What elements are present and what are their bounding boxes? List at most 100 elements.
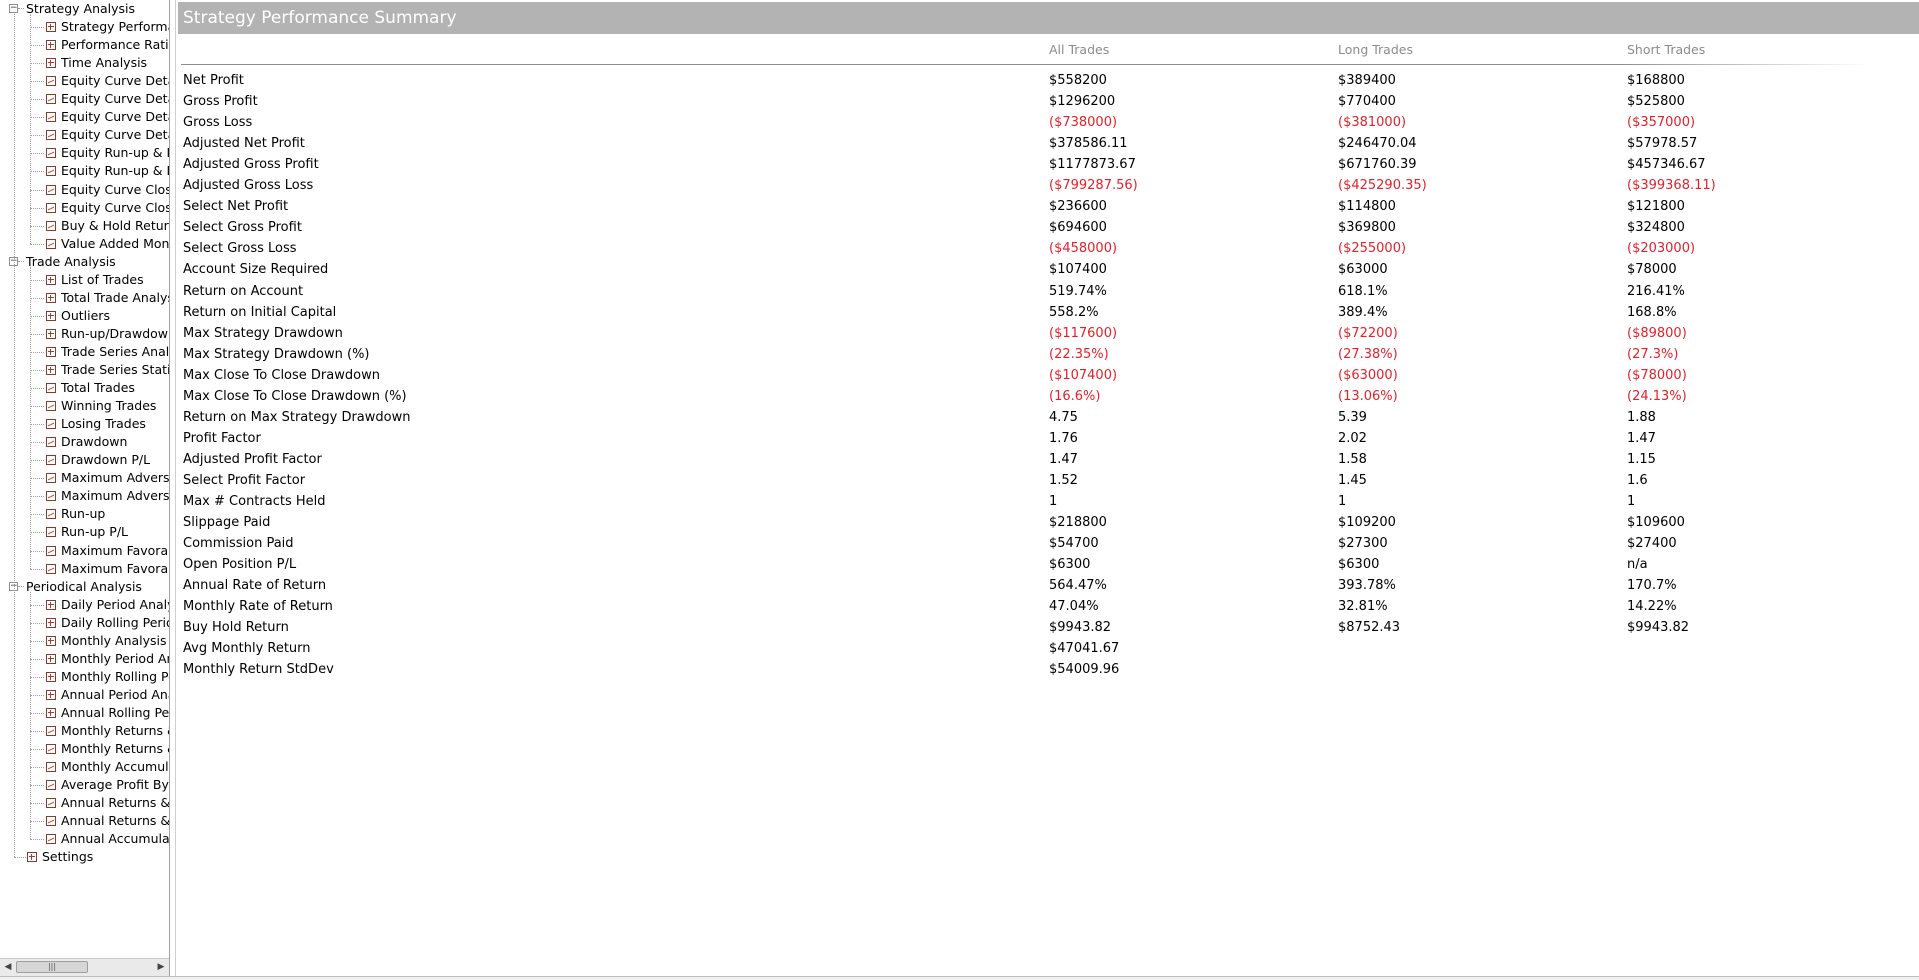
tree-item[interactable]: Daily Period Analys: [0, 596, 169, 614]
tree-item[interactable]: Equity Curve Detail: [0, 126, 169, 144]
tree-item[interactable]: Monthly Period Ana: [0, 650, 169, 668]
tree-connector: [30, 821, 44, 823]
long-trades-value: 5.39: [1338, 409, 1367, 425]
tree-item[interactable]: Trade Series Statist: [0, 361, 169, 379]
tree-item[interactable]: Maximum Favorab: [0, 560, 170, 578]
tree-item[interactable]: Equity Run-up & Dr: [0, 144, 169, 162]
tree-item[interactable]: Monthly Analysis: [0, 632, 169, 650]
chart-report-icon: [46, 130, 56, 141]
table-report-icon: [46, 365, 56, 375]
tree-connector: [30, 749, 44, 751]
chart-report-icon: [46, 798, 56, 809]
tree-item-label: Total Trades: [61, 380, 135, 396]
tree-item[interactable]: Equity Curve Detail: [0, 108, 169, 126]
tree-group-1[interactable]: − Trade Analysis: [0, 253, 169, 271]
metric-name: Adjusted Net Profit: [183, 136, 305, 152]
tree-item[interactable]: Winning Trades: [0, 397, 169, 415]
chart-report-icon: [46, 419, 56, 430]
chart-report-icon: [46, 112, 56, 123]
tree-group-0[interactable]: − Strategy Analysis: [0, 0, 169, 18]
tree-item[interactable]: Annual Returns & D: [0, 794, 169, 812]
report-title-bar: Strategy Performance Summary: [178, 2, 1919, 34]
table-row: Buy Hold Return $9943.82 $8752.43 $9943.82: [176, 617, 1876, 638]
tree-item[interactable]: Daily Rolling Perioc: [0, 614, 169, 632]
table-row: Commission Paid $54700 $27300 $27400: [176, 533, 1876, 554]
tree-item[interactable]: Equity Curve Close: [0, 181, 169, 199]
metric-name: Monthly Rate of Return: [183, 599, 333, 615]
metric-name: Return on Initial Capital: [183, 304, 337, 320]
tree-item[interactable]: Losing Trades: [0, 415, 169, 433]
table-row: Net Profit $558200 $389400 $168800: [176, 70, 1876, 91]
table-row: Monthly Return StdDev $54009.96: [176, 659, 1876, 680]
metric-name: Open Position P/L: [183, 557, 297, 573]
long-trades-value: $389400: [1338, 73, 1396, 88]
tree-item[interactable]: Total Trades: [0, 379, 169, 397]
tree-item[interactable]: List of Trades: [0, 271, 169, 289]
tree-item[interactable]: Buy & Hold Return: [0, 217, 169, 235]
tree-item-label: Annual Accumulativ: [61, 831, 170, 847]
tree-connector: [30, 731, 44, 732]
tree-item[interactable]: Monthly Rolling Pe: [0, 668, 170, 686]
tree-item[interactable]: Drawdown P/L: [0, 451, 169, 469]
tree-item[interactable]: Monthly Returns &: [0, 740, 169, 758]
tree-item[interactable]: Average Profit By M: [0, 776, 169, 794]
tree-item[interactable]: Total Trade Analysi: [0, 289, 169, 307]
tree-item[interactable]: Monthly Returns &: [0, 722, 169, 740]
tree-group-2[interactable]: − Periodical Analysis: [0, 578, 169, 596]
tree-item[interactable]: Monthly Accumulat: [0, 758, 169, 776]
tree-item[interactable]: Annual Period Anal: [0, 686, 169, 704]
tree-item-label: Losing Trades: [61, 416, 146, 432]
tree-item[interactable]: Maximum Favorab: [0, 542, 169, 560]
tree-item[interactable]: Annual Returns & D: [0, 812, 169, 830]
chart-report-icon: [46, 455, 56, 466]
chart-report-icon: [46, 166, 56, 177]
tree-item[interactable]: Drawdown: [0, 433, 169, 451]
tree-item-label: Maximum Favorab: [61, 560, 170, 576]
tree-item[interactable]: Run-up P/L: [0, 523, 169, 541]
tree-item[interactable]: Annual Rolling Peri: [0, 704, 169, 722]
tree-horizontal-scrollbar[interactable]: ◀ ||| ▶: [0, 958, 169, 976]
tree-item-label: Equity Run-up & Dr: [61, 163, 170, 179]
scroll-right-arrow-icon[interactable]: ▶: [154, 960, 168, 975]
table-report-icon: [46, 274, 56, 285]
tree-item[interactable]: Time Analysis: [0, 54, 169, 72]
tree-connector: [30, 279, 44, 281]
tree-item[interactable]: Performance Ratios: [0, 36, 169, 54]
tree-item[interactable]: Strategy Performar: [0, 18, 169, 36]
tree-item[interactable]: Value Added Mont: [0, 235, 169, 253]
tree-item[interactable]: Trade Series Analys: [0, 343, 170, 361]
long-trades-value: $63000: [1338, 262, 1388, 278]
tree-item[interactable]: Maximum Adverse: [0, 469, 169, 487]
short-trades-value: $168800: [1627, 73, 1685, 88]
all-trades-value: $218800: [1049, 515, 1107, 531]
table-row: Return on Initial Capital 558.2% 389.4% 168…: [176, 302, 1876, 323]
tree-connector: [30, 839, 44, 841]
chart-report-icon: [46, 563, 56, 574]
tree-item[interactable]: Annual Accumulativ: [0, 830, 170, 848]
metric-name: Select Net Profit: [183, 199, 289, 215]
tree-item-label: Average Profit By M: [61, 777, 169, 793]
chart-report-icon: [46, 76, 56, 87]
all-trades-value: 564.47%: [1049, 578, 1107, 594]
table-row: Account Size Required $107400 $63000 $78000: [176, 259, 1876, 280]
tree-item[interactable]: Outliers: [0, 307, 169, 325]
short-trades-value: $121800: [1627, 199, 1685, 215]
tree-item-label: Trade Series Analys: [61, 343, 170, 359]
scroll-left-arrow-icon[interactable]: ◀: [1, 960, 15, 975]
tree-item[interactable]: Equity Curve Close: [0, 199, 169, 217]
tree-item-settings[interactable]: Settings: [0, 848, 169, 866]
tree-item[interactable]: Maximum Adverse: [0, 487, 169, 505]
tree-item-label: Monthly Rolling Pe: [61, 668, 170, 684]
short-trades-value: 168.8%: [1627, 304, 1677, 320]
tree-item[interactable]: Run-up: [0, 505, 169, 523]
collapse-icon[interactable]: −: [9, 4, 18, 13]
tree-item[interactable]: Equity Curve Detail: [0, 90, 169, 108]
short-trades-value: 170.7%: [1627, 578, 1677, 594]
tree-item[interactable]: Equity Curve Detail: [0, 72, 169, 90]
tree-item-label: Drawdown: [61, 434, 128, 450]
tree-item[interactable]: Run-up/Drawdown: [0, 325, 169, 343]
scroll-thumb[interactable]: |||: [16, 961, 88, 973]
tree-item[interactable]: Equity Run-up & Dr: [0, 162, 170, 180]
chart-report-icon: [46, 491, 56, 502]
long-trades-value: ($255000): [1338, 241, 1407, 257]
